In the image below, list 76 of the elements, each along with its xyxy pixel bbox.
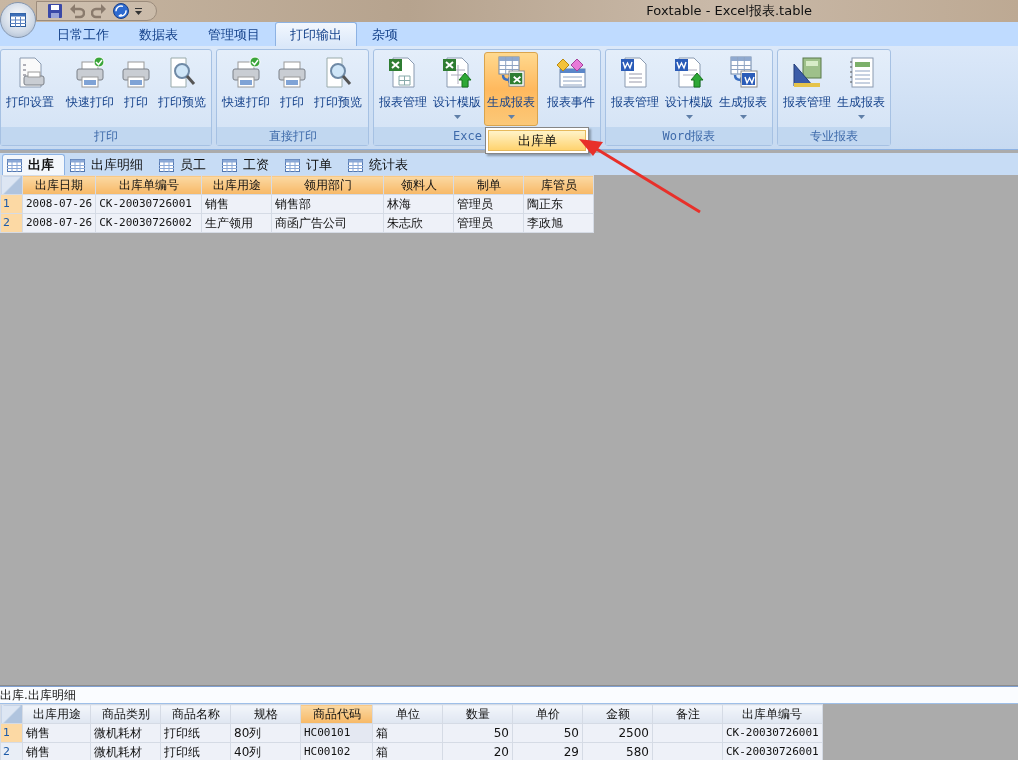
window-title: Foxtable - Excel报表.table bbox=[646, 2, 812, 21]
ribbon-tab[interactable]: 日常工作 bbox=[42, 22, 124, 46]
column-header[interactable]: 商品代码 bbox=[300, 704, 373, 724]
column-header[interactable]: 数量 bbox=[442, 704, 513, 724]
ribbon-button[interactable]: 报表管理 bbox=[780, 52, 834, 126]
ruler-report-icon bbox=[791, 55, 823, 89]
sheet-tab[interactable]: 员工 bbox=[154, 154, 217, 175]
column-header[interactable]: 领用部门 bbox=[271, 175, 384, 195]
column-header[interactable]: 出库用途 bbox=[201, 175, 272, 195]
ribbon-button[interactable]: 报表事件 bbox=[544, 52, 598, 126]
column-header[interactable]: 出库单编号 bbox=[722, 704, 823, 724]
ribbon-button[interactable]: 设计模版 bbox=[662, 52, 716, 126]
column-header[interactable]: 单价 bbox=[512, 704, 583, 724]
ribbon-button[interactable]: 快速打印 bbox=[219, 52, 273, 126]
ribbon-button[interactable]: 快速打印 bbox=[63, 52, 117, 126]
ribbon-button[interactable]: 打印预览 bbox=[155, 52, 209, 126]
table-icon bbox=[70, 158, 85, 172]
sheet-tab[interactable]: 出库明细 bbox=[65, 154, 154, 175]
table-icon bbox=[285, 158, 300, 172]
corner-cell[interactable] bbox=[0, 175, 23, 195]
printer-check-icon bbox=[74, 55, 106, 89]
ribbon-tab[interactable]: 管理项目 bbox=[193, 22, 275, 46]
column-header[interactable]: 备注 bbox=[652, 704, 723, 724]
sheet-tab[interactable]: 出库 bbox=[2, 154, 65, 175]
menu-item[interactable]: 出库单 bbox=[488, 130, 586, 151]
caret-icon bbox=[739, 115, 747, 119]
column-header[interactable]: 出库日期 bbox=[22, 175, 96, 195]
sheet-tab[interactable]: 订单 bbox=[280, 154, 343, 175]
column-header[interactable]: 商品名称 bbox=[160, 704, 231, 724]
table-icon bbox=[348, 158, 363, 172]
corner-cell[interactable] bbox=[0, 704, 23, 724]
group-label: Word报表 bbox=[606, 127, 772, 145]
caret-icon bbox=[857, 115, 865, 119]
table-icon bbox=[10, 13, 26, 27]
ribbon-button[interactable]: 报表管理 bbox=[608, 52, 662, 126]
ribbon-tab[interactable]: 杂项 bbox=[357, 22, 413, 46]
customize-caret-icon[interactable] bbox=[135, 7, 142, 15]
column-header[interactable]: 单位 bbox=[372, 704, 443, 724]
ribbon-button[interactable]: 生成报表 bbox=[834, 52, 888, 126]
group-label: 打印 bbox=[1, 127, 211, 145]
spreadsheet-upload-icon bbox=[441, 55, 473, 89]
save-icon[interactable] bbox=[47, 3, 63, 19]
column-header[interactable]: 领料人 bbox=[383, 175, 454, 195]
ribbon-button[interactable]: 打印预览 bbox=[311, 52, 365, 126]
ribbon-tab[interactable]: 打印输出 bbox=[275, 22, 357, 46]
sheet-tab[interactable]: 工资 bbox=[217, 154, 280, 175]
ribbon-tab[interactable]: 数据表 bbox=[124, 22, 193, 46]
ribbon-button[interactable]: 报表管理 bbox=[376, 52, 430, 126]
panel-title: 出库.出库明细 bbox=[0, 686, 1018, 704]
column-header[interactable]: 金额 bbox=[582, 704, 653, 724]
column-header[interactable]: 商品类别 bbox=[90, 704, 161, 724]
column-header[interactable]: 规格 bbox=[230, 704, 301, 724]
column-header[interactable]: 制单 bbox=[453, 175, 524, 195]
ribbon-button[interactable]: 设计模版 bbox=[430, 52, 484, 126]
caret-icon bbox=[453, 115, 461, 119]
column-header[interactable]: 库管员 bbox=[523, 175, 594, 195]
column-header[interactable]: 出库单编号 bbox=[95, 175, 202, 195]
sheet-tab[interactable]: 统计表 bbox=[343, 154, 419, 175]
table-word-icon bbox=[727, 55, 759, 89]
ribbon-button[interactable]: 打印 bbox=[273, 52, 311, 126]
ribbon-button[interactable]: 打印设置 bbox=[3, 52, 57, 126]
ribbon-button[interactable]: 打印 bbox=[117, 52, 155, 126]
table-icon bbox=[7, 158, 22, 172]
column-header[interactable]: 出库用途 bbox=[22, 704, 91, 724]
app-menu-button[interactable] bbox=[0, 2, 36, 38]
ribbon-button[interactable]: 生成报表 bbox=[716, 52, 770, 126]
printer-check-icon bbox=[230, 55, 262, 89]
ribbon-button[interactable]: 生成报表 bbox=[484, 52, 538, 126]
table-icon bbox=[159, 158, 174, 172]
table-spreadsheet-icon bbox=[495, 55, 527, 89]
group-label: 直接打印 bbox=[217, 127, 368, 145]
group-label: 专业报表 bbox=[778, 127, 890, 145]
caret-icon bbox=[507, 115, 515, 119]
caret-icon bbox=[685, 115, 693, 119]
word-upload-icon bbox=[673, 55, 705, 89]
table-icon bbox=[222, 158, 237, 172]
